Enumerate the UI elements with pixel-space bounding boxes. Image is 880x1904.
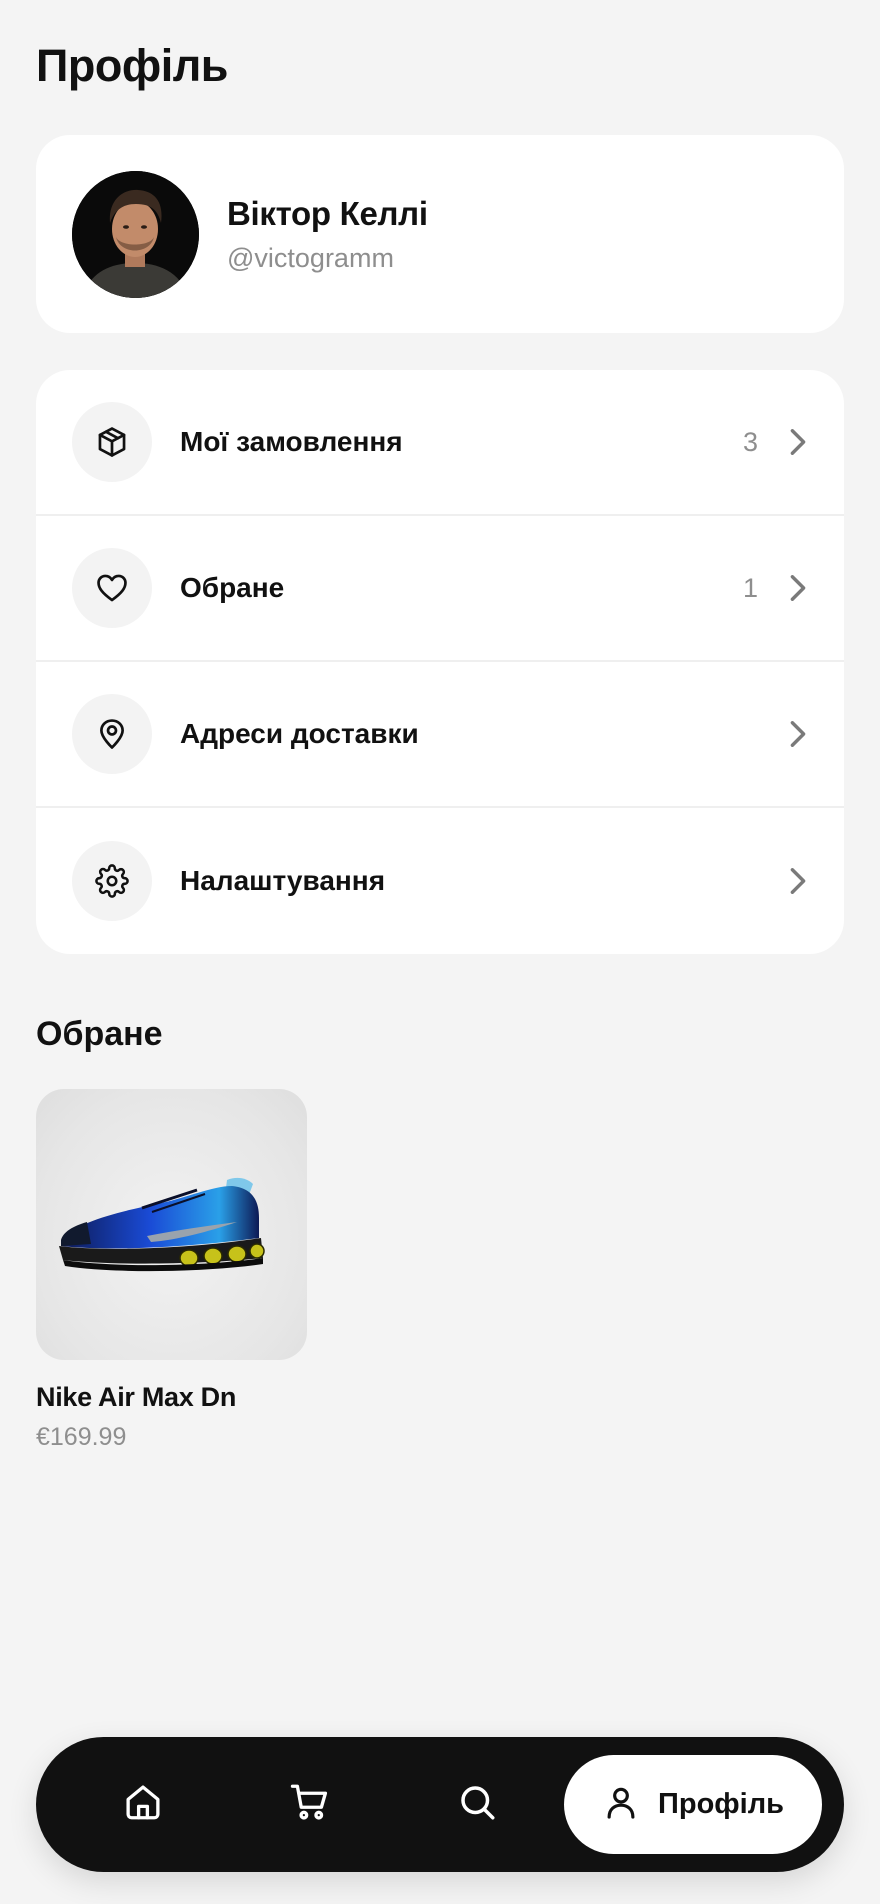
page-title: Профіль <box>36 40 228 91</box>
nav-profile-button[interactable]: Профіль <box>564 1755 822 1854</box>
menu-item-settings[interactable]: Налаштування <box>36 808 844 954</box>
nav-cart-button[interactable] <box>275 1770 345 1840</box>
chevron-right-icon <box>788 427 808 457</box>
menu-list: Мої замовлення 3 Обране 1 Адреси доставк… <box>36 370 844 954</box>
nav-profile-label: Профіль <box>658 1788 784 1820</box>
product-name: Nike Air Max Dn <box>36 1382 237 1412</box>
menu-item-addresses[interactable]: Адреси доставки <box>36 662 844 808</box>
profile-handle: @victogramm <box>227 242 394 273</box>
profile-name: Віктор Келлі <box>227 194 428 232</box>
menu-item-orders[interactable]: Мої замовлення 3 <box>36 370 844 516</box>
favorites-section-title: Обране <box>36 1015 163 1053</box>
avatar <box>72 170 199 298</box>
nav-home-button[interactable] <box>108 1770 178 1840</box>
heart-icon <box>72 548 152 628</box>
profile-screen: Профіль Віктор Келлі @victogramm Мої зам… <box>0 0 880 1904</box>
product-price: €169.99 <box>36 1423 127 1451</box>
home-icon <box>122 1781 164 1828</box>
orders-count: 3 <box>742 426 758 457</box>
favorites-count: 1 <box>742 572 758 603</box>
chevron-right-icon <box>788 866 808 896</box>
bottom-nav: Профіль <box>36 1737 844 1872</box>
menu-item-label: Обране <box>180 572 285 603</box>
menu-item-label: Адреси доставки <box>180 718 419 749</box>
cart-icon <box>289 1781 331 1828</box>
package-icon <box>72 402 152 482</box>
menu-item-favorites[interactable]: Обране 1 <box>36 516 844 662</box>
nav-search-button[interactable] <box>442 1770 512 1840</box>
profile-card[interactable]: Віктор Келлі @victogramm <box>36 135 844 333</box>
menu-item-label: Налаштування <box>180 865 386 896</box>
chevron-right-icon <box>788 719 808 749</box>
menu-item-label: Мої замовлення <box>180 426 403 457</box>
search-icon <box>456 1781 498 1828</box>
chevron-right-icon <box>788 573 808 603</box>
user-icon <box>602 1783 640 1826</box>
gear-icon <box>72 841 152 921</box>
product-card[interactable]: Nike Air Max Dn €169.99 <box>36 1089 307 1452</box>
product-image <box>36 1089 307 1360</box>
map-pin-icon <box>72 694 152 774</box>
